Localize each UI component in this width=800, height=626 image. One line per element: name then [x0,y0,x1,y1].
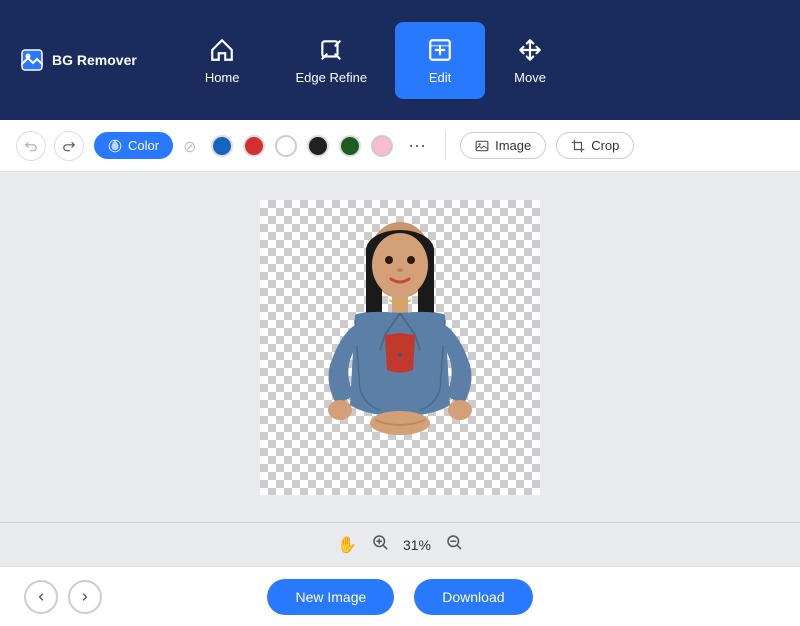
zoom-bar: ✋ 31% [0,522,800,566]
zoom-out-icon[interactable] [445,533,463,556]
color-swatch-green[interactable] [339,135,361,157]
app-logo: BG Remover [20,48,137,72]
undo-button[interactable] [16,131,46,161]
color-button[interactable]: Color [94,132,173,159]
nav-item-edit[interactable]: Edit [395,22,485,99]
undo-redo-group [16,131,84,161]
edit-icon [426,36,454,64]
prev-arrow-button[interactable] [24,580,58,614]
image-button[interactable]: Image [460,132,546,159]
more-colors-button[interactable]: ··· [403,132,431,160]
color-swatch-pink[interactable] [371,135,393,157]
nav-edge-label: Edge Refine [296,70,368,85]
bottom-bar: New Image Download [0,566,800,626]
toolbar-separator [445,132,446,160]
image-label: Image [495,138,531,153]
nav-item-home[interactable]: Home [177,22,268,99]
toolbar: Color ⊘ ··· Image Crop [0,120,800,172]
nav-edit-label: Edit [429,70,451,85]
color-label: Color [128,138,159,153]
nav-item-edge-refine[interactable]: Edge Refine [268,22,396,99]
edge-refine-icon [317,36,345,64]
app-logo-icon [20,48,44,72]
top-navigation: BG Remover Home Edge Refine [0,0,800,120]
zoom-in-icon[interactable] [371,533,389,556]
crop-label: Crop [591,138,619,153]
person-image [260,200,540,495]
slash-divider: ⊘ [183,137,201,155]
image-canvas [260,200,540,495]
new-image-button[interactable]: New Image [267,579,394,615]
canvas-area [0,172,800,522]
color-swatch-red[interactable] [243,135,265,157]
color-swatch-white[interactable] [275,135,297,157]
app-title: BG Remover [52,52,137,68]
nav-home-label: Home [205,70,240,85]
home-icon [208,36,236,64]
color-swatch-black[interactable] [307,135,329,157]
download-button[interactable]: Download [414,579,532,615]
nav-items: Home Edge Refine [177,22,780,99]
nav-item-move[interactable]: Move [485,22,575,99]
move-icon [516,36,544,64]
color-swatch-blue[interactable] [211,135,233,157]
nav-move-label: Move [514,70,546,85]
next-arrow-button[interactable] [68,580,102,614]
crop-button[interactable]: Crop [556,132,634,159]
redo-button[interactable] [54,131,84,161]
hand-tool-icon[interactable]: ✋ [337,535,357,555]
zoom-percentage: 31% [403,537,431,553]
